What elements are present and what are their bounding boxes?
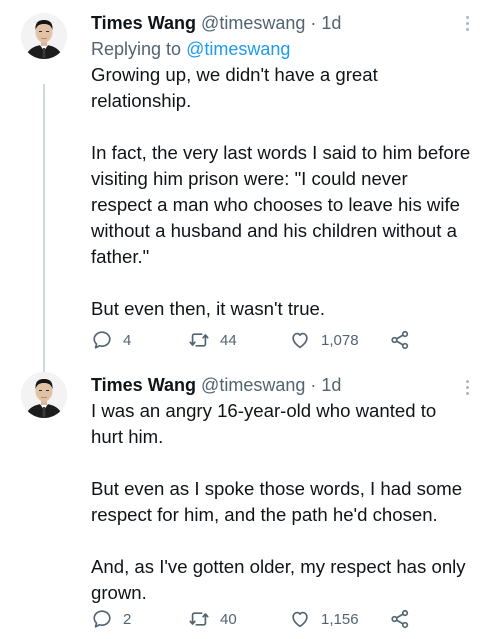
tweet-actions: 2 40 1,156 bbox=[91, 607, 421, 631]
retweet-icon bbox=[189, 333, 209, 347]
replying-to-line: Replying to @timeswang bbox=[91, 36, 472, 62]
tweet[interactable]: Times Wang @timeswang · 1d Replying to @… bbox=[0, 0, 490, 364]
reply-count: 2 bbox=[123, 610, 132, 628]
tweet-content: Times Wang @timeswang · 1d I was an angr… bbox=[91, 372, 472, 606]
retweet-icon bbox=[189, 612, 209, 626]
tweet-header: Times Wang @timeswang · 1d bbox=[91, 10, 472, 36]
tweet[interactable]: Times Wang @timeswang · 1d I was an angr… bbox=[0, 364, 490, 639]
like-button[interactable]: 1,156 bbox=[289, 607, 359, 631]
replying-to-label: Replying to bbox=[91, 39, 187, 59]
separator-dot: · bbox=[310, 375, 317, 395]
like-button[interactable]: 1,078 bbox=[289, 328, 359, 352]
share-button[interactable] bbox=[389, 328, 421, 352]
reply-button[interactable]: 2 bbox=[91, 607, 131, 631]
replying-to-mention-link[interactable]: @timeswang bbox=[186, 39, 290, 59]
tweet-header: Times Wang @timeswang · 1d bbox=[91, 372, 472, 398]
retweet-button[interactable]: 44 bbox=[188, 328, 237, 352]
heart-icon bbox=[292, 332, 308, 349]
reply-button[interactable]: 4 bbox=[91, 328, 131, 352]
tweet-timestamp[interactable]: 1d bbox=[321, 13, 341, 33]
retweet-count: 40 bbox=[220, 610, 237, 628]
tweet-actions: 4 44 1,078 bbox=[91, 328, 421, 352]
share-icon bbox=[391, 609, 409, 629]
author-handle[interactable]: @timeswang bbox=[201, 375, 305, 395]
separator-dot: · bbox=[310, 13, 317, 33]
author-name[interactable]: Times Wang bbox=[91, 375, 196, 395]
author-name[interactable]: Times Wang bbox=[91, 13, 196, 33]
retweet-button[interactable]: 40 bbox=[188, 607, 237, 631]
reply-icon bbox=[93, 331, 111, 349]
avatar[interactable] bbox=[21, 13, 67, 59]
tweet-timestamp[interactable]: 1d bbox=[321, 375, 341, 395]
share-button[interactable] bbox=[389, 607, 421, 631]
heart-icon bbox=[292, 611, 308, 628]
tweet-text: Growing up, we didn't have a great relat… bbox=[91, 64, 471, 319]
reply-icon bbox=[93, 610, 111, 628]
share-icon bbox=[391, 330, 409, 350]
tweet-content: Times Wang @timeswang · 1d Replying to @… bbox=[91, 10, 472, 322]
reply-count: 4 bbox=[123, 331, 132, 349]
tweet-text: I was an angry 16-year-old who wanted to… bbox=[91, 400, 466, 603]
author-handle[interactable]: @timeswang bbox=[201, 13, 305, 33]
like-count: 1,156 bbox=[321, 610, 359, 628]
avatar[interactable] bbox=[21, 372, 67, 418]
retweet-count: 44 bbox=[220, 331, 237, 349]
like-count: 1,078 bbox=[321, 331, 359, 349]
